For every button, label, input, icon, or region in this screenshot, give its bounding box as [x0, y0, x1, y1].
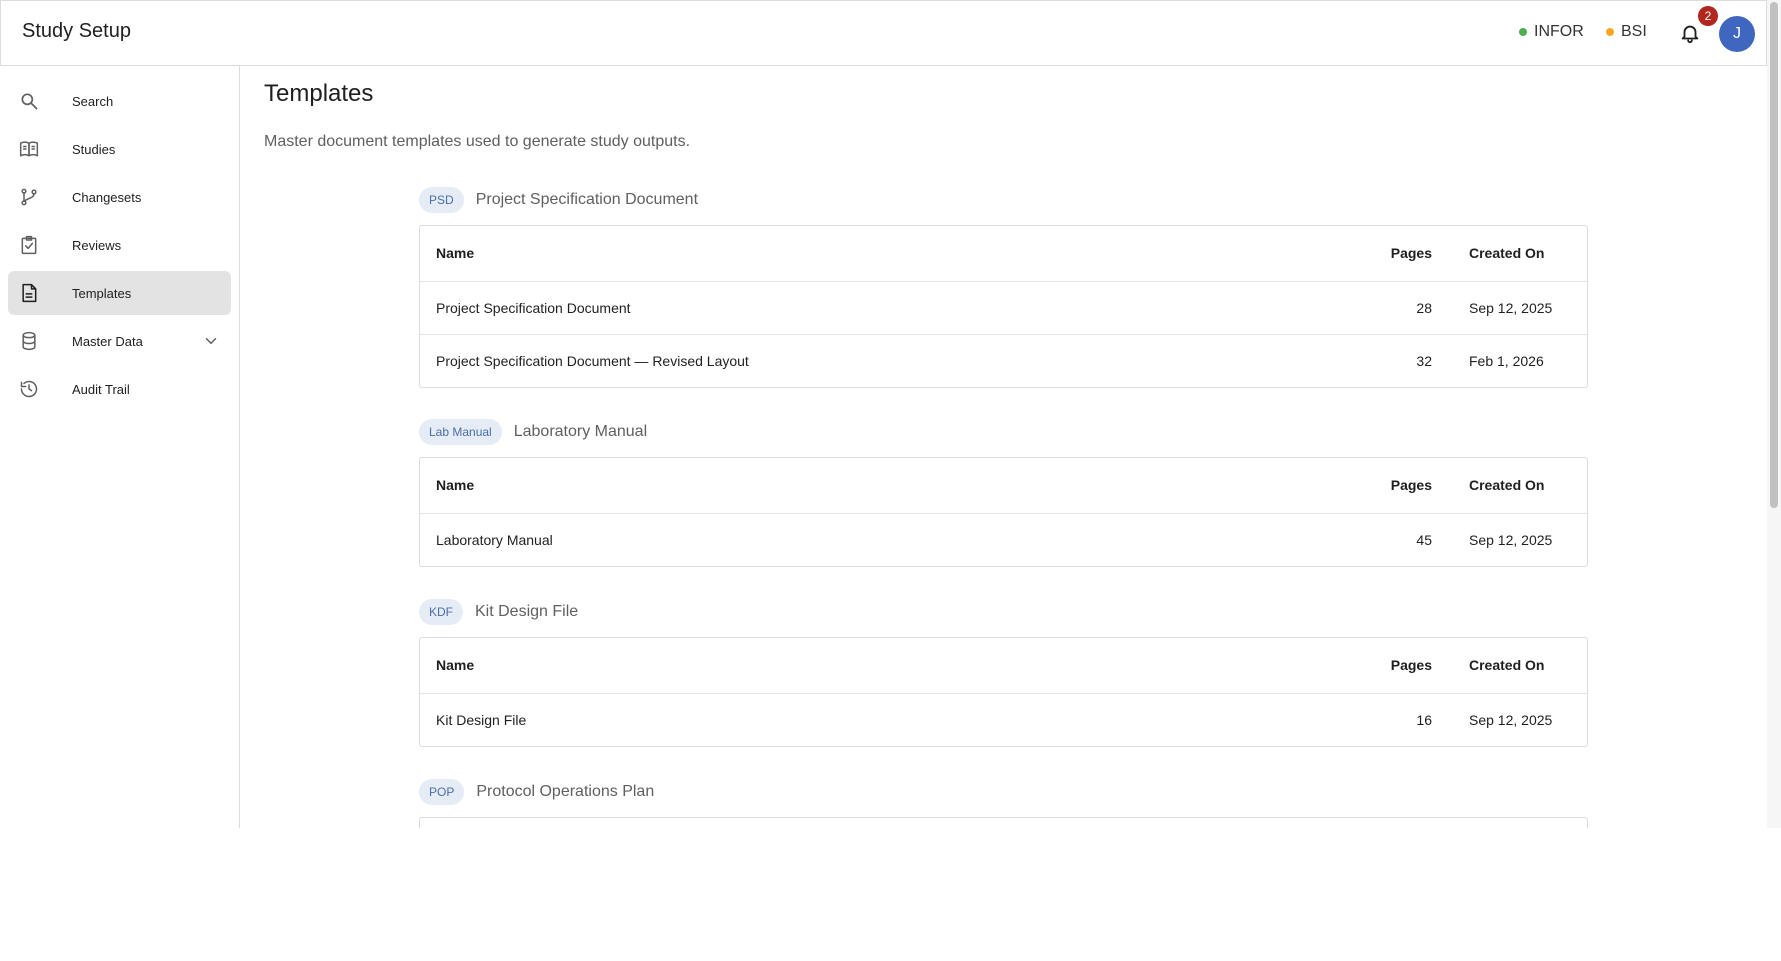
sidebar-item-label: Audit Trail: [72, 381, 130, 397]
template-code-chip: KDF: [419, 599, 463, 625]
app-title: Study Setup: [22, 20, 131, 42]
cell-created-on: Feb 1, 2026: [1469, 353, 1544, 369]
table-row[interactable]: Laboratory Manual 45 Sep 12, 2025: [420, 513, 1587, 566]
cell-name: Kit Design File: [436, 712, 527, 728]
notifications-bell-icon[interactable]: [1676, 19, 1704, 47]
table-header-row: Name Pages Created On: [420, 638, 1587, 693]
scrollbar-thumb[interactable]: [1770, 2, 1778, 508]
status-label: BSI: [1621, 23, 1647, 40]
template-code-chip: Lab Manual: [419, 419, 502, 445]
group-title: Protocol Operations Plan: [476, 783, 655, 800]
group-title: Laboratory Manual: [513, 423, 648, 440]
sidebar-item-label: Changesets: [72, 189, 142, 205]
status-dot-icon: [1606, 28, 1614, 36]
table-row[interactable]: Project Specification Document 28 Sep 12…: [420, 281, 1587, 334]
cell-name: Laboratory Manual: [436, 532, 553, 548]
column-header-name[interactable]: Name: [436, 477, 474, 493]
column-header-name[interactable]: Name: [436, 245, 474, 261]
template-code-chip: PSD: [419, 187, 464, 213]
cell-created-on: Sep 12, 2025: [1469, 532, 1553, 548]
chevron-down-icon[interactable]: [202, 332, 220, 350]
templates-table-kdf: Name Pages Created On Kit Design File 16…: [419, 637, 1588, 747]
history-icon: [18, 378, 40, 400]
page-description: Master document templates used to genera…: [264, 133, 691, 150]
database-icon: [18, 330, 40, 352]
template-code-chip: POP: [419, 779, 465, 805]
column-header-pages[interactable]: Pages: [1391, 477, 1432, 493]
templates-table-lab-manual: Name Pages Created On Laboratory Manual …: [419, 457, 1588, 567]
column-header-pages[interactable]: Pages: [1391, 657, 1432, 673]
sidebar-item-label: Search: [72, 93, 114, 109]
sidebar-item-templates[interactable]: Templates: [8, 271, 231, 315]
clipboard-check-icon: [18, 234, 40, 256]
column-header-created-on[interactable]: Created On: [1469, 477, 1544, 493]
sidebar: Search Studies Changesets Reviews Templa…: [0, 66, 240, 828]
main-content: Templates Master document templates used…: [241, 66, 1767, 828]
cell-created-on: Sep 12, 2025: [1469, 712, 1553, 728]
table-header-row: Name Pages Created On: [420, 226, 1587, 281]
sidebar-item-search[interactable]: Search: [8, 79, 231, 123]
cell-pages: 28: [1416, 300, 1432, 316]
group-header-kdf: KDF Kit Design File: [419, 599, 578, 625]
top-bar: Study Setup INFOR BSI 2 J: [0, 0, 1767, 66]
sidebar-item-label: Templates: [72, 285, 132, 301]
status-infor[interactable]: INFOR: [1519, 23, 1584, 41]
search-icon: [18, 90, 40, 112]
sidebar-item-label: Reviews: [72, 237, 122, 253]
column-header-name[interactable]: Name: [436, 657, 474, 673]
sidebar-item-studies[interactable]: Studies: [8, 127, 231, 171]
status-dot-icon: [1519, 28, 1527, 36]
table-header-row: Name Pages Created On: [420, 458, 1587, 513]
group-title: Project Specification Document: [475, 191, 699, 208]
column-header-pages[interactable]: Pages: [1391, 245, 1432, 261]
group-header-psd: PSD Project Specification Document: [419, 187, 698, 213]
cell-pages: 16: [1416, 712, 1432, 728]
document-icon: [18, 282, 40, 304]
column-header-created-on[interactable]: Created On: [1469, 657, 1544, 673]
cell-pages: 32: [1416, 353, 1432, 369]
sidebar-item-changesets[interactable]: Changesets: [8, 175, 231, 219]
sidebar-item-reviews[interactable]: Reviews: [8, 223, 231, 267]
notifications-count-badge: 2: [1698, 6, 1718, 26]
templates-table-psd: Name Pages Created On Project Specificat…: [419, 225, 1588, 388]
group-title: Kit Design File: [475, 603, 579, 620]
app-window: Study Setup INFOR BSI 2 J Search Studies…: [0, 0, 1781, 828]
cell-pages: 45: [1416, 532, 1432, 548]
cell-created-on: Sep 12, 2025: [1469, 300, 1553, 316]
group-header-lab-manual: Lab Manual Laboratory Manual: [419, 419, 647, 445]
sidebar-item-audit-trail[interactable]: Audit Trail: [8, 367, 231, 411]
sidebar-item-master-data[interactable]: Master Data: [8, 319, 231, 363]
cell-name: Project Specification Document: [436, 300, 631, 316]
vertical-scrollbar[interactable]: [1767, 0, 1781, 828]
sidebar-item-label: Studies: [72, 141, 116, 157]
table-row[interactable]: Project Specification Document — Revised…: [420, 334, 1587, 387]
column-header-created-on[interactable]: Created On: [1469, 245, 1544, 261]
group-header-pop: POP Protocol Operations Plan: [419, 779, 654, 805]
status-label: INFOR: [1534, 23, 1584, 40]
cell-name: Project Specification Document — Revised…: [436, 353, 749, 369]
book-icon: [18, 138, 40, 160]
user-avatar[interactable]: J: [1719, 16, 1755, 52]
templates-table-pop: [419, 817, 1588, 828]
branch-icon: [18, 186, 40, 208]
page-title: Templates: [264, 80, 374, 107]
table-row[interactable]: Kit Design File 16 Sep 12, 2025: [420, 693, 1587, 746]
sidebar-item-label: Master Data: [72, 333, 143, 349]
status-bsi[interactable]: BSI: [1606, 23, 1647, 41]
